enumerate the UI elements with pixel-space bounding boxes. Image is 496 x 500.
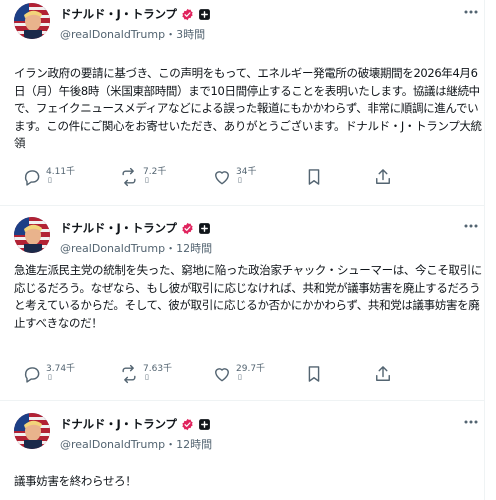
bookmark-icon [308, 169, 320, 185]
plus-affiliate-icon [198, 418, 211, 431]
post-actions: 4.11千 ▯ 7.2千 ▯ 34千 ▯ [0, 162, 484, 190]
repost-button[interactable]: 7.2千 ▯ [119, 162, 179, 190]
avatar[interactable] [14, 3, 50, 39]
post[interactable]: ドナルド・J・トランプ @realDonaldTrump・3時間 イラン政府の要… [0, 0, 484, 206]
bookmark-icon [308, 366, 320, 382]
verified-badge-icon [181, 222, 194, 235]
author-name[interactable]: ドナルド・J・トランプ [60, 416, 177, 432]
placeholder-glyph: ▯ [238, 176, 242, 184]
plus-affiliate-icon [198, 8, 211, 21]
author-name[interactable]: ドナルド・J・トランプ [60, 220, 177, 236]
reply-button[interactable]: 4.11千 ▯ [22, 162, 82, 190]
meta-separator: ・ [165, 242, 177, 255]
share-button[interactable] [373, 359, 393, 387]
timestamp[interactable]: 3時間 [176, 28, 205, 41]
share-button[interactable] [373, 162, 393, 190]
repost-icon [122, 167, 136, 187]
handle[interactable]: @realDonaldTrump [60, 28, 165, 41]
post[interactable]: ドナルド・J・トランプ @realDonaldTrump・12時間 議事妨害を終… [0, 410, 484, 500]
share-icon [376, 169, 390, 184]
more-icon[interactable] [460, 411, 482, 433]
verified-badge-icon [181, 418, 194, 431]
timestamp[interactable]: 12時間 [176, 438, 212, 451]
timeline-feed: ドナルド・J・トランプ @realDonaldTrump・3時間 イラン政府の要… [0, 0, 485, 500]
repost-button[interactable]: 7.63千 ▯ [119, 359, 179, 387]
placeholder-glyph: ▯ [238, 373, 242, 381]
author-name[interactable]: ドナルド・J・トランプ [60, 6, 177, 22]
share-icon [376, 366, 390, 381]
placeholder-glyph: ▯ [145, 373, 149, 381]
bookmark-button[interactable] [304, 162, 324, 190]
reply-icon [24, 170, 40, 186]
placeholder-glyph: ▯ [48, 373, 52, 381]
plus-affiliate-icon [198, 222, 211, 235]
avatar[interactable] [14, 413, 50, 449]
post-text: 急進左派民主党の統制を失った、窮地に陥った政治家チャック・シューマーは、今こそ取… [14, 263, 482, 330]
author-row: ドナルド・J・トランプ [60, 416, 211, 432]
meta-separator: ・ [165, 438, 177, 451]
like-button[interactable]: 34千 ▯ [212, 162, 272, 190]
heart-icon [215, 171, 229, 185]
author-row: ドナルド・J・トランプ [60, 220, 211, 236]
verified-badge-icon [181, 8, 194, 21]
reply-button[interactable]: 3.74千 ▯ [22, 359, 82, 387]
post-text: 議事妨害を終わらせろ！ [14, 474, 137, 488]
post-text: イラン政府の要請に基づき、この声明をもって、エネルギー発電所の破壊期間を2026… [14, 66, 482, 150]
avatar[interactable] [14, 217, 50, 253]
meta-separator: ・ [165, 28, 177, 41]
timestamp[interactable]: 12時間 [176, 242, 212, 255]
repost-icon [122, 364, 136, 384]
handle[interactable]: @realDonaldTrump [60, 438, 165, 451]
more-icon[interactable] [460, 215, 482, 237]
post-actions: 3.74千 ▯ 7.63千 ▯ 29.7千 ▯ [0, 359, 484, 387]
like-button[interactable]: 29.7千 ▯ [212, 359, 272, 387]
heart-icon [215, 368, 229, 382]
reply-icon [24, 367, 40, 383]
author-row: ドナルド・J・トランプ [60, 6, 211, 22]
post-meta: @realDonaldTrump・3時間 [60, 26, 205, 42]
bookmark-button[interactable] [304, 359, 324, 387]
placeholder-glyph: ▯ [48, 176, 52, 184]
handle[interactable]: @realDonaldTrump [60, 242, 165, 255]
post-meta: @realDonaldTrump・12時間 [60, 240, 212, 256]
placeholder-glyph: ▯ [145, 176, 149, 184]
post[interactable]: ドナルド・J・トランプ @realDonaldTrump・12時間 急進左派民主… [0, 214, 484, 401]
post-meta: @realDonaldTrump・12時間 [60, 436, 212, 452]
more-icon[interactable] [460, 1, 482, 23]
